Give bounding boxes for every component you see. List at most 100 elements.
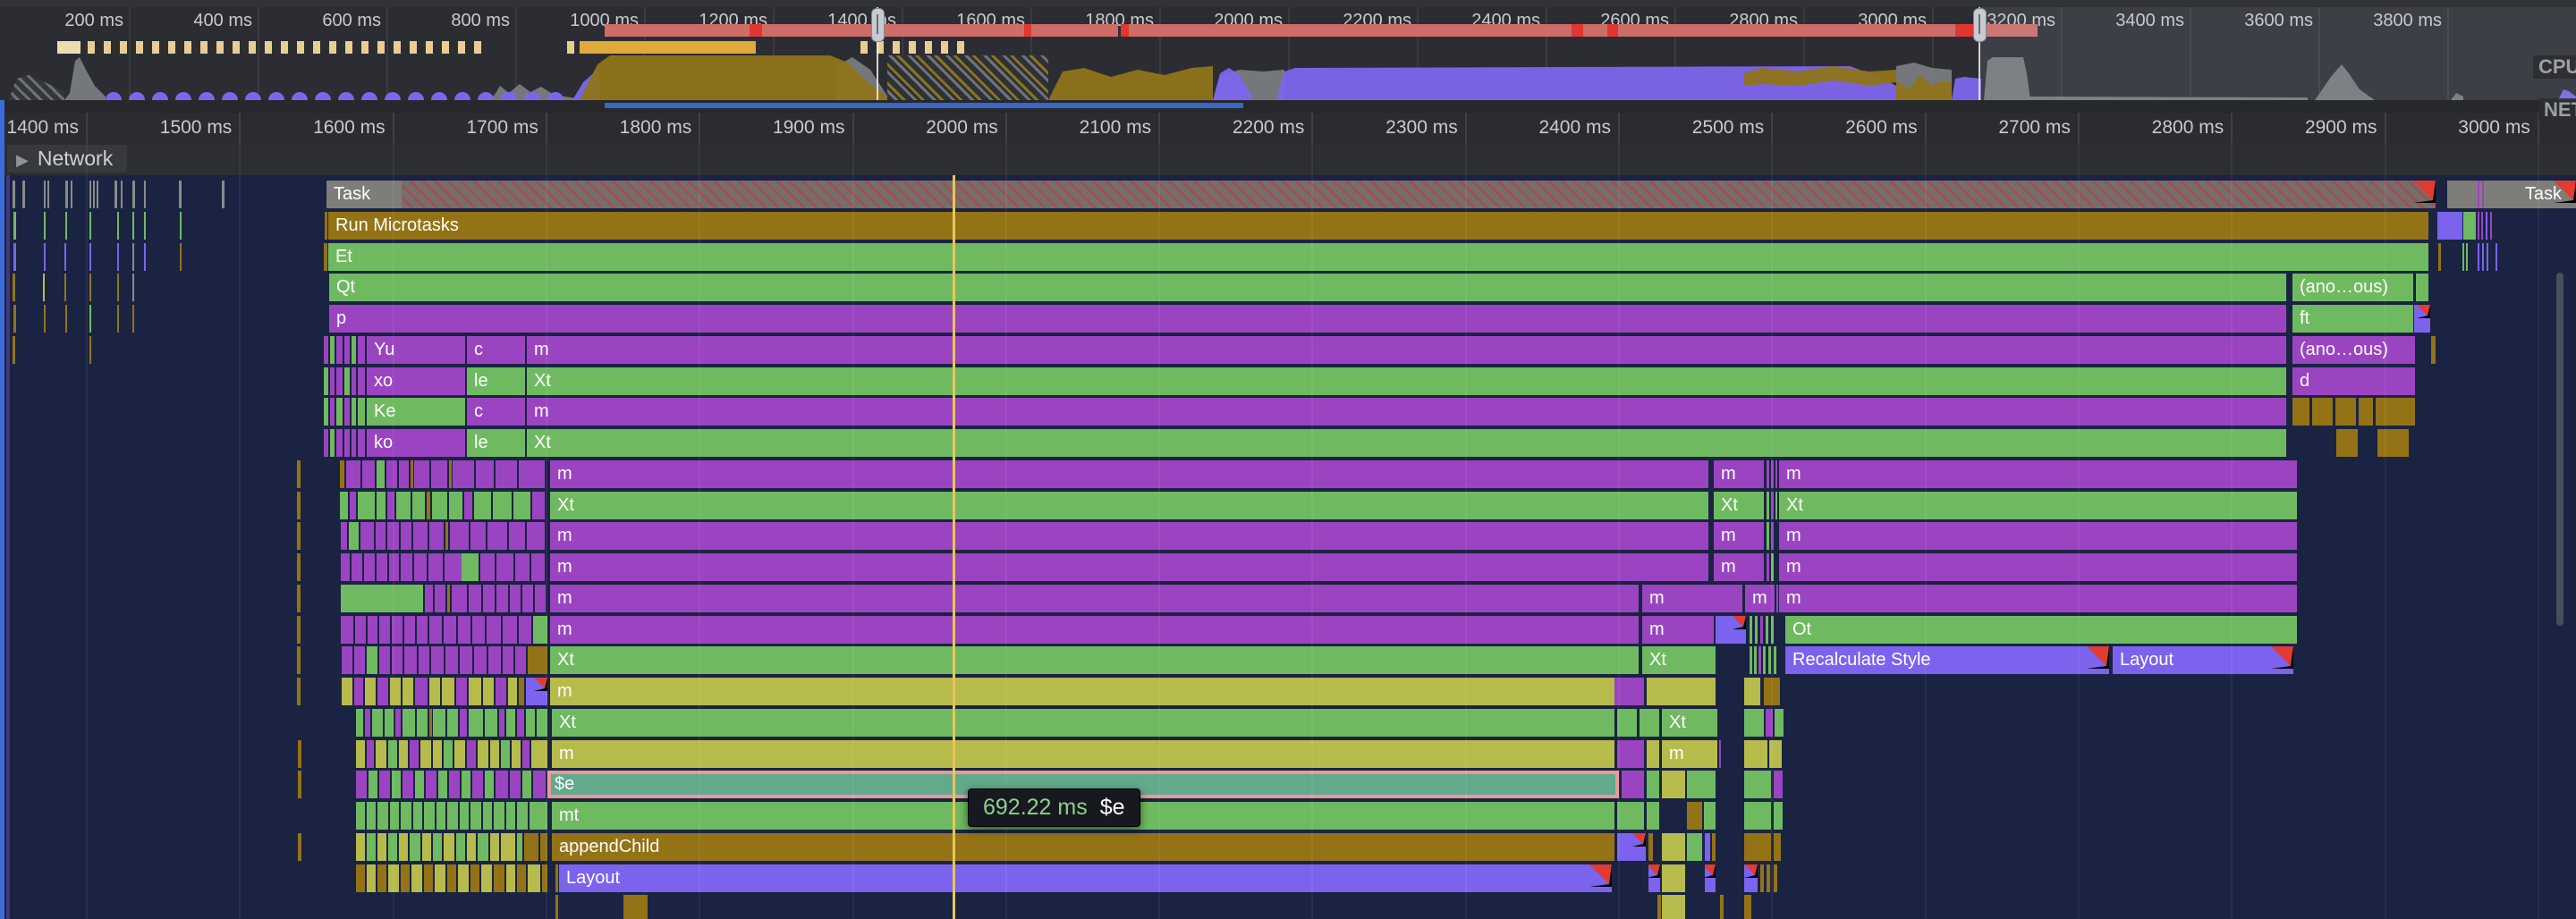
flame-bar[interactable] bbox=[367, 646, 377, 674]
flame-bar[interactable] bbox=[522, 740, 530, 768]
flame-bar[interactable]: m bbox=[1779, 522, 2297, 550]
flame-bar[interactable] bbox=[386, 460, 397, 488]
flame-bar[interactable] bbox=[1768, 646, 1771, 674]
flame-bar[interactable] bbox=[531, 553, 545, 581]
flame-bar[interactable] bbox=[519, 460, 545, 488]
flame-bar[interactable]: (ano…ous) bbox=[2292, 336, 2415, 364]
flame-bar[interactable] bbox=[324, 336, 328, 364]
flame-bar[interactable] bbox=[1771, 492, 1774, 519]
flame-bar[interactable] bbox=[1758, 646, 1761, 674]
flame-bar[interactable] bbox=[509, 522, 525, 550]
flame-bar[interactable] bbox=[358, 492, 375, 519]
flame-bar[interactable]: Xt bbox=[1662, 709, 1717, 737]
flame-bar[interactable] bbox=[2416, 274, 2428, 301]
flame-bar[interactable] bbox=[476, 460, 494, 488]
flame-bar[interactable] bbox=[1771, 522, 1774, 550]
flame-bar[interactable] bbox=[515, 553, 530, 581]
flame-bar[interactable]: le bbox=[467, 429, 525, 457]
network-track-toggle[interactable]: ▶Network bbox=[7, 145, 127, 173]
flame-bar[interactable] bbox=[532, 492, 545, 519]
flame-bar[interactable] bbox=[415, 678, 428, 705]
flame-bar[interactable] bbox=[517, 833, 522, 861]
flame-bar[interactable] bbox=[478, 740, 488, 768]
flame-bar[interactable]: m bbox=[550, 585, 1639, 612]
flame-bar[interactable] bbox=[426, 771, 436, 798]
flame-bar[interactable] bbox=[399, 460, 409, 488]
flame-bar[interactable] bbox=[402, 709, 415, 737]
flame-bar[interactable] bbox=[1755, 616, 1758, 644]
flame-bar[interactable] bbox=[1647, 771, 1659, 798]
flame-bar[interactable]: m bbox=[552, 740, 1614, 768]
flame-bar[interactable]: Layout bbox=[2113, 646, 2293, 674]
flame-bar[interactable] bbox=[1744, 678, 1760, 705]
flame-bar[interactable] bbox=[494, 864, 504, 892]
flame-bar[interactable] bbox=[44, 212, 46, 240]
flame-bar[interactable]: m bbox=[550, 616, 1639, 644]
flame-bar[interactable] bbox=[467, 833, 476, 861]
flame-bar[interactable] bbox=[401, 864, 410, 892]
flame-bar[interactable]: Ot bbox=[1785, 616, 2297, 644]
flame-bar[interactable] bbox=[496, 553, 513, 581]
flame-bar[interactable] bbox=[472, 771, 483, 798]
flame-bar[interactable]: (ano…ous) bbox=[2292, 274, 2413, 301]
flame-bar[interactable] bbox=[450, 522, 469, 550]
flame-bar[interactable] bbox=[364, 553, 375, 581]
flame-chart[interactable]: TaskTaskRun MicrotasksEtQt(ano…ous)pftYu… bbox=[0, 175, 2576, 919]
flame-bar[interactable] bbox=[1767, 864, 1770, 892]
flame-bar[interactable] bbox=[517, 802, 528, 830]
flame-bar[interactable] bbox=[422, 833, 431, 861]
flame-bar[interactable] bbox=[1662, 895, 1685, 919]
flame-bar[interactable]: xo bbox=[367, 367, 465, 395]
flame-bar[interactable] bbox=[356, 771, 367, 798]
flame-bar[interactable] bbox=[1750, 616, 1752, 644]
flame-bar[interactable] bbox=[43, 274, 45, 301]
flame-bar[interactable] bbox=[376, 522, 386, 550]
flame-bar[interactable] bbox=[97, 181, 98, 208]
flame-bar[interactable] bbox=[401, 553, 412, 581]
flame-bar[interactable] bbox=[330, 336, 335, 364]
flame-bar[interactable] bbox=[377, 833, 386, 861]
flame-bar[interactable] bbox=[445, 553, 462, 581]
flame-bar[interactable] bbox=[362, 460, 375, 488]
flame-bar[interactable] bbox=[1744, 709, 1764, 737]
flame-bar[interactable] bbox=[399, 833, 408, 861]
flame-bar[interactable]: Run Microtasks bbox=[328, 212, 2428, 240]
flame-bar[interactable] bbox=[1769, 740, 1782, 768]
flame-bar[interactable] bbox=[132, 243, 134, 271]
flame-bar[interactable] bbox=[377, 864, 386, 892]
flame-bar[interactable] bbox=[297, 646, 301, 674]
flame-bar[interactable] bbox=[540, 833, 547, 861]
flame-bar[interactable] bbox=[389, 553, 399, 581]
flame-bar[interactable] bbox=[44, 305, 46, 333]
flame-bar[interactable] bbox=[65, 212, 67, 240]
flame-bar[interactable] bbox=[488, 646, 501, 674]
flame-bar[interactable] bbox=[1744, 802, 1771, 830]
flame-bar[interactable] bbox=[530, 802, 547, 830]
flame-bar[interactable] bbox=[447, 709, 458, 737]
flame-bar[interactable] bbox=[1744, 833, 1771, 861]
flame-bar[interactable] bbox=[2335, 398, 2356, 426]
flame-bar[interactable] bbox=[297, 553, 301, 581]
flame-bar[interactable] bbox=[414, 460, 429, 488]
flame-bar[interactable] bbox=[388, 833, 397, 861]
flame-bar[interactable]: Layout bbox=[559, 864, 1612, 892]
flame-bar[interactable] bbox=[1771, 553, 1774, 581]
flame-bar[interactable] bbox=[2462, 243, 2464, 271]
flame-bar[interactable] bbox=[1640, 709, 1659, 737]
flame-bar[interactable] bbox=[352, 398, 356, 426]
flame-bar[interactable] bbox=[445, 646, 458, 674]
flame-bar[interactable] bbox=[433, 833, 442, 861]
flame-bar[interactable]: m bbox=[550, 522, 1708, 550]
flame-bar[interactable]: m bbox=[1714, 460, 1764, 488]
flame-bar[interactable] bbox=[1775, 460, 1777, 488]
flame-bar[interactable] bbox=[1775, 492, 1777, 519]
flame-bar[interactable] bbox=[324, 398, 328, 426]
flame-bar[interactable] bbox=[460, 802, 469, 830]
flame-bar[interactable] bbox=[555, 895, 558, 919]
flame-bar[interactable] bbox=[517, 709, 524, 737]
flame-bar[interactable] bbox=[517, 864, 526, 892]
flame-bar[interactable] bbox=[1774, 646, 1776, 674]
flame-bar[interactable] bbox=[1662, 771, 1685, 798]
flame-bar[interactable] bbox=[402, 181, 2436, 208]
flame-bar[interactable] bbox=[481, 864, 492, 892]
